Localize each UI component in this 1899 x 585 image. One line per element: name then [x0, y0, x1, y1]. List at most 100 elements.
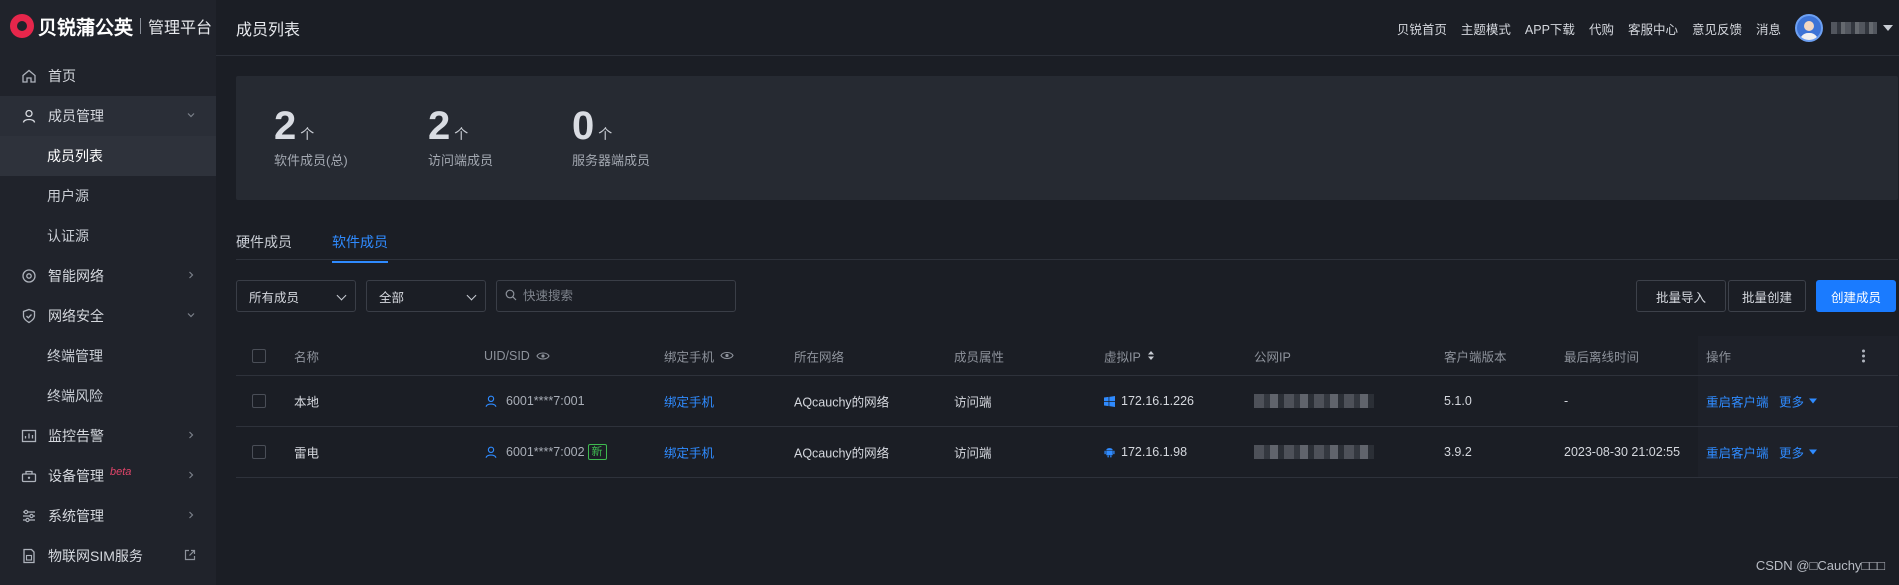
- client-version: 5.1.0: [1444, 394, 1472, 408]
- table-row: 本地 6001****7:001 绑定手机 AQcauchy的网络 访问端 17…: [236, 376, 1898, 427]
- chevron-down-icon: [186, 309, 196, 323]
- link-app-download[interactable]: APP下载: [1525, 19, 1575, 38]
- member-type-value: 所有成员: [249, 290, 300, 305]
- chevron-down-icon: [336, 290, 347, 301]
- bind-phone-link[interactable]: 绑定手机: [664, 392, 714, 411]
- sidebar-item-label: 成员管理: [48, 108, 104, 124]
- link-feedback[interactable]: 意见反馈: [1692, 19, 1742, 38]
- bind-phone-link[interactable]: 绑定手机: [664, 443, 714, 462]
- eye-icon[interactable]: [720, 351, 734, 361]
- member-network: AQcauchy的网络: [794, 446, 890, 461]
- sidebar: 贝锐蒲公英 管理平台 首页 成员管理 成员列表 用户源 认证源 智能网络 网络安…: [0, 0, 216, 585]
- brand-name: 贝锐蒲公英: [38, 17, 134, 39]
- stat-label: 访问端成员: [428, 153, 494, 168]
- stat-software-members-total: 2个 软件成员(总): [274, 104, 348, 169]
- sidebar-item-system-management[interactable]: 系统管理: [0, 496, 216, 536]
- table-row: 雷电 6001****7:002 新 绑定手机 AQcauchy的网络 访问端 …: [236, 427, 1898, 478]
- sidebar-item-monitoring[interactable]: 监控告警: [0, 416, 216, 456]
- sidebar-item-member-list[interactable]: 成员列表: [0, 136, 216, 176]
- row-checkbox[interactable]: [252, 394, 266, 408]
- sidebar-item-device-management[interactable]: 设备管理 beta: [0, 456, 216, 496]
- col-network: 所在网络: [794, 350, 845, 364]
- sidebar-item-home[interactable]: 首页: [0, 56, 216, 96]
- member-uid: 6001****7:001: [484, 394, 585, 408]
- link-theme-mode[interactable]: 主题模式: [1461, 19, 1511, 38]
- link-support-center[interactable]: 客服中心: [1628, 19, 1678, 38]
- chevron-right-icon: [186, 269, 196, 283]
- more-actions-dropdown[interactable]: 更多: [1779, 392, 1818, 411]
- link-messages[interactable]: 消息: [1756, 19, 1781, 38]
- sidebar-item-iot-sim[interactable]: 物联网SIM服务: [0, 536, 216, 576]
- col-virtual-ip[interactable]: 虚拟IP: [1104, 346, 1155, 365]
- link-purchase[interactable]: 代购: [1589, 19, 1614, 38]
- create-member-button[interactable]: 创建成员: [1816, 280, 1896, 312]
- sort-icon[interactable]: [1147, 350, 1155, 362]
- sidebar-item-auth-source[interactable]: 认证源: [0, 216, 216, 256]
- chevron-down-icon: [186, 109, 196, 123]
- batch-create-button[interactable]: 批量创建: [1728, 280, 1806, 312]
- col-attribute: 成员属性: [954, 350, 1005, 364]
- virtual-ip: 172.16.1.226: [1104, 394, 1194, 408]
- home-icon: [20, 67, 38, 85]
- brand[interactable]: 贝锐蒲公英 管理平台: [0, 0, 216, 52]
- shield-icon: [20, 307, 38, 325]
- restart-client-link[interactable]: 重启客户端: [1706, 392, 1769, 411]
- column-settings-icon[interactable]: [1862, 349, 1865, 362]
- caret-down-icon: [1809, 398, 1818, 404]
- search-box[interactable]: [496, 280, 736, 312]
- member-uid: 6001****7:002 新: [484, 444, 607, 460]
- sidebar-menu: 首页 成员管理 成员列表 用户源 认证源 智能网络 网络安全 终端管理 终端风险…: [0, 56, 216, 576]
- col-client-version: 客户端版本: [1444, 350, 1507, 364]
- network-icon: [20, 267, 38, 285]
- link-beirui-home[interactable]: 贝锐首页: [1397, 19, 1447, 38]
- scope-select[interactable]: 全部: [366, 280, 486, 312]
- uid-text: 6001****7:001: [506, 394, 585, 408]
- logo-icon: [10, 14, 34, 38]
- android-icon: [1104, 446, 1115, 458]
- sidebar-item-terminal-risk[interactable]: 终端风险: [0, 376, 216, 416]
- member-network: AQcauchy的网络: [794, 395, 890, 410]
- chevron-right-icon: [186, 509, 196, 523]
- eye-icon[interactable]: [536, 351, 550, 361]
- member-type-select[interactable]: 所有成员: [236, 280, 356, 312]
- sidebar-item-network-security[interactable]: 网络安全: [0, 296, 216, 336]
- col-public-ip: 公网IP: [1254, 350, 1291, 364]
- stat-value: 0: [572, 104, 595, 148]
- sidebar-item-label: 系统管理: [48, 508, 104, 524]
- sidebar-item-members[interactable]: 成员管理: [0, 96, 216, 136]
- chevron-right-icon: [186, 469, 196, 483]
- caret-down-icon: [1809, 449, 1818, 455]
- beta-badge: beta: [110, 466, 132, 478]
- avatar[interactable]: [1795, 14, 1823, 42]
- chevron-right-icon: [186, 429, 196, 443]
- search-input[interactable]: [523, 289, 723, 303]
- sidebar-item-user-source[interactable]: 用户源: [0, 176, 216, 216]
- restart-client-link[interactable]: 重启客户端: [1706, 443, 1769, 462]
- sim-card-icon: [20, 547, 38, 565]
- sidebar-item-terminal-management[interactable]: 终端管理: [0, 336, 216, 376]
- user-menu-caret-icon[interactable]: [1883, 25, 1893, 31]
- stat-access-members: 2个 访问端成员: [428, 104, 493, 169]
- virtual-ip-text: 172.16.1.226: [1121, 394, 1194, 408]
- monitor-chart-icon: [20, 427, 38, 445]
- batch-import-button[interactable]: 批量导入: [1636, 280, 1726, 312]
- sliders-icon: [20, 507, 38, 525]
- col-name: 名称: [294, 350, 320, 364]
- select-all-checkbox[interactable]: [252, 348, 266, 363]
- last-offline-time: -: [1564, 394, 1569, 408]
- tab-software-members[interactable]: 软件成员: [332, 232, 388, 263]
- top-bar: 成员列表 贝锐首页 主题模式 APP下载 代购 客服中心 意见反馈 消息: [216, 0, 1899, 56]
- members-table: 名称 UID/SID 绑定手机 所在网络 成员属性 虚拟IP 公网IP 客户端版…: [236, 336, 1898, 478]
- member-name: 雷电: [294, 446, 320, 461]
- tab-hardware-members[interactable]: 硬件成员: [236, 232, 292, 261]
- row-checkbox[interactable]: [252, 445, 266, 459]
- sidebar-item-smart-network[interactable]: 智能网络: [0, 256, 216, 296]
- col-actions: 操作: [1706, 350, 1732, 364]
- public-ip-redacted: [1254, 445, 1374, 459]
- member-attribute: 访问端: [954, 446, 992, 461]
- more-actions-dropdown[interactable]: 更多: [1779, 443, 1818, 462]
- username-redacted: [1831, 22, 1877, 34]
- page-title: 成员列表: [236, 22, 301, 39]
- col-last-offline: 最后离线时间: [1564, 350, 1640, 364]
- stat-label: 软件成员(总): [274, 153, 348, 168]
